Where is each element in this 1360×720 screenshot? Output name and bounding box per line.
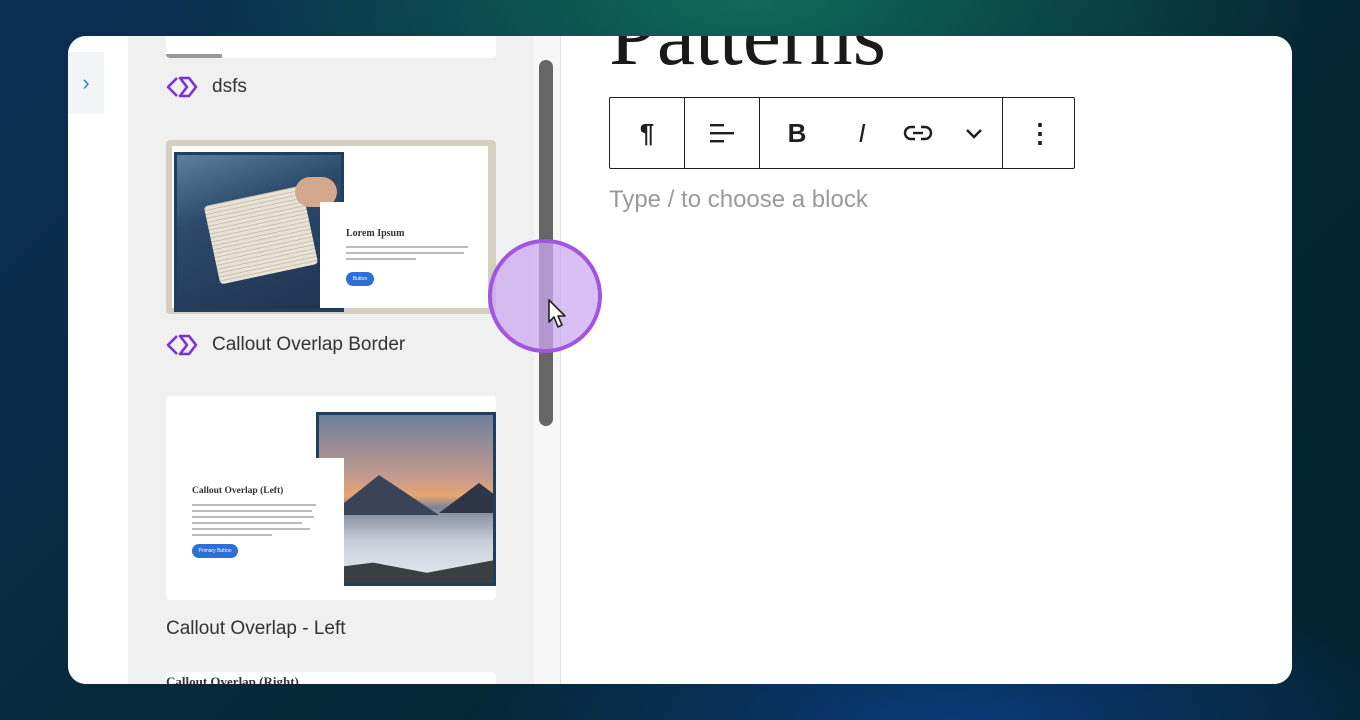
text-line (192, 510, 312, 512)
synced-pattern-icon (166, 334, 198, 356)
italic-button[interactable]: I (834, 98, 890, 168)
link-icon (903, 125, 933, 141)
block-toolbar: ¶ B I ⋮ (609, 97, 1075, 169)
pattern-name: Callout Overlap Border (212, 334, 406, 355)
synced-pattern-icon (166, 76, 198, 98)
editor-window: › dsfs Lorem Ipsum Button Callout Overla… (68, 36, 1292, 684)
text-line (192, 534, 272, 536)
toolbar-group-block: ¶ (610, 98, 685, 168)
text-line (346, 246, 468, 248)
text-line (346, 258, 416, 260)
toolbar-group-align (685, 98, 760, 168)
mountain-shape (329, 475, 439, 515)
toolbar-group-options: ⋮ (1003, 98, 1077, 168)
pattern-label-callout-overlap-border[interactable]: Callout Overlap Border (166, 334, 405, 356)
pattern-preview-callout-overlap-left[interactable]: Callout Overlap (Left) Primary Button (166, 396, 496, 600)
preview-inner: Lorem Ipsum Button (172, 146, 488, 312)
pattern-preview-callout-overlap-border[interactable]: Lorem Ipsum Button (166, 140, 496, 314)
bold-button[interactable]: B (760, 98, 834, 168)
rock-shape (319, 559, 493, 583)
editor-canvas: Patterns ¶ B (561, 36, 1292, 684)
pattern-preview-dsfs[interactable] (166, 36, 496, 58)
italic-icon: I (858, 117, 866, 148)
pattern-name: dsfs (212, 76, 247, 97)
text-line (192, 504, 316, 506)
callout-box: Callout Overlap (Left) Primary Button (166, 458, 344, 586)
options-button[interactable]: ⋮ (1003, 98, 1077, 168)
text-line (192, 516, 314, 518)
pattern-list-panel: dsfs Lorem Ipsum Button Callout Overlap … (128, 36, 534, 684)
chevron-down-icon (966, 129, 982, 139)
chevron-right-icon: › (82, 70, 90, 95)
pattern-label-callout-overlap-left[interactable]: Callout Overlap - Left (166, 618, 346, 640)
callout-title: Lorem Ipsum (346, 228, 405, 239)
preview-button: Primary Button (192, 544, 238, 558)
preview-button: Button (346, 272, 374, 286)
align-left-icon (710, 124, 734, 143)
mouse-cursor-icon (548, 299, 566, 328)
paragraph-button[interactable]: ¶ (610, 98, 684, 168)
toolbar-group-format: B I (760, 98, 1003, 168)
bible-photo (174, 152, 344, 312)
callout-title: Callout Overlap (Right) (166, 674, 299, 684)
callout-box: Lorem Ipsum Button (320, 202, 488, 308)
pattern-label-dsfs[interactable]: dsfs (166, 76, 247, 98)
align-button[interactable] (685, 98, 759, 168)
cursor-highlight (488, 239, 602, 353)
text-line (192, 528, 310, 530)
pattern-preview-callout-overlap-right[interactable]: Callout Overlap (Right) (166, 672, 496, 684)
mountain-shape (439, 483, 493, 513)
block-placeholder[interactable]: Type / to choose a block (609, 186, 868, 214)
paragraph-icon: ¶ (639, 117, 655, 148)
page-title[interactable]: Patterns (609, 36, 886, 78)
text-line (192, 522, 302, 524)
preview-bar (166, 54, 222, 58)
expand-sidebar-button[interactable]: › (68, 52, 104, 114)
left-strip: › (68, 36, 128, 684)
more-formatting-button[interactable] (946, 98, 1002, 168)
link-button[interactable] (890, 98, 946, 168)
more-vertical-icon: ⋮ (1027, 117, 1053, 148)
text-line (346, 252, 464, 254)
bold-icon: B (787, 117, 807, 148)
callout-title: Callout Overlap (Left) (192, 486, 284, 496)
